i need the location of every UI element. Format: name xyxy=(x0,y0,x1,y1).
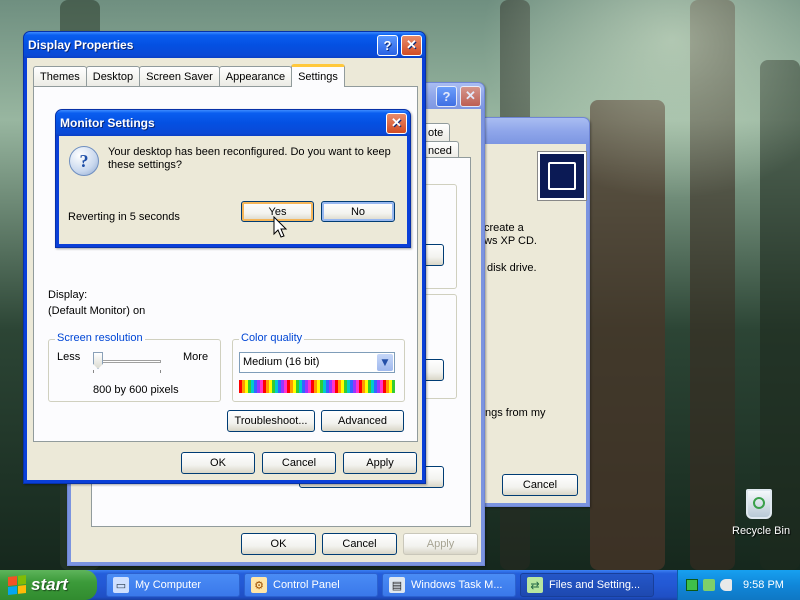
control-panel-icon: ⚙ xyxy=(251,577,267,593)
color-spectrum-bar xyxy=(239,380,395,393)
tab-strip: Themes Desktop Screen Saver Appearance S… xyxy=(33,64,345,87)
resolution-slider-ticks xyxy=(93,370,161,373)
no-button[interactable]: No xyxy=(321,201,395,222)
help-icon[interactable]: ? xyxy=(377,34,398,56)
window-title: Display Properties xyxy=(28,38,134,52)
windows-flag-icon xyxy=(8,575,26,595)
close-icon[interactable]: ✕ xyxy=(386,112,407,134)
setup-icon xyxy=(537,151,587,201)
dialog-message: Your desktop has been reconfigured. Do y… xyxy=(108,146,391,171)
back-text-1: create a xyxy=(484,222,524,234)
color-quality-value: Medium (16 bit) xyxy=(243,356,320,368)
cancel-button[interactable]: Cancel xyxy=(262,452,336,474)
resolution-slider-track xyxy=(93,360,161,363)
resolution-more-label: More xyxy=(183,351,209,363)
advanced-button[interactable]: Advanced xyxy=(321,410,404,432)
mid-group-1 xyxy=(421,184,457,289)
mid-apply-button[interactable]: Apply xyxy=(403,533,478,555)
resolution-slider-thumb[interactable] xyxy=(93,352,103,369)
recycle-bin[interactable]: Recycle Bin xyxy=(730,487,790,542)
volume-icon[interactable] xyxy=(720,579,732,591)
resolution-value: 800 by 600 pixels xyxy=(93,384,179,396)
apply-button[interactable]: Apply xyxy=(343,452,417,474)
clock[interactable]: 9:58 PM xyxy=(743,579,784,591)
monitor-settings-client: ? Your desktop has been reconfigured. Do… xyxy=(59,136,407,244)
color-quality-label: Color quality xyxy=(239,332,305,344)
start-button[interactable]: start xyxy=(0,570,97,600)
security-icon[interactable] xyxy=(703,579,715,591)
chevron-down-icon[interactable]: ▼ xyxy=(377,354,393,371)
task-manager-icon: ▤ xyxy=(389,577,405,593)
tab-appearance[interactable]: Appearance xyxy=(218,66,293,86)
revert-countdown: Reverting in 5 seconds xyxy=(68,211,180,223)
monitor-settings-dialog[interactable]: Monitor Settings ✕ ? Your desktop has be… xyxy=(55,109,411,248)
back-text-2: ws XP CD. xyxy=(484,235,537,247)
ok-button[interactable]: OK xyxy=(181,452,255,474)
mid-group-2 xyxy=(421,294,457,399)
tab-screen-saver[interactable]: Screen Saver xyxy=(139,66,220,86)
display-properties-window[interactable]: Display Properties ? ✕ Themes Desktop Sc… xyxy=(23,31,426,484)
screen-resolution-label: Screen resolution xyxy=(55,332,145,344)
display-value: (Default Monitor) on xyxy=(48,305,146,317)
system-tray: 9:58 PM xyxy=(677,570,800,600)
mid-text: ngs from my xyxy=(485,407,546,419)
task-control-panel[interactable]: ⚙ Control Panel xyxy=(244,573,378,597)
monitor-settings-titlebar[interactable]: Monitor Settings ✕ xyxy=(56,110,410,136)
task-task-manager[interactable]: ▤ Windows Task M... xyxy=(382,573,516,597)
display-label: Display: xyxy=(48,289,88,301)
taskbar: start ▭ My Computer ⚙ Control Panel ▤ Wi… xyxy=(0,570,800,600)
resolution-less-label: Less xyxy=(57,351,81,363)
mid-cancel-button[interactable]: Cancel xyxy=(322,533,397,555)
recycle-bin-label: Recycle Bin xyxy=(732,525,791,537)
files-settings-icon: ⇄ xyxy=(527,577,543,593)
close-icon[interactable]: ✕ xyxy=(460,85,481,107)
computer-icon: ▭ xyxy=(113,577,129,593)
troubleshoot-button[interactable]: Troubleshoot... xyxy=(227,410,315,432)
network-icon[interactable] xyxy=(686,579,698,591)
task-my-computer[interactable]: ▭ My Computer xyxy=(106,573,240,597)
tab-desktop[interactable]: Desktop xyxy=(85,66,141,86)
tab-themes[interactable]: Themes xyxy=(33,66,87,86)
recycle-bin-icon xyxy=(746,489,772,519)
color-quality-group: Color quality Medium (16 bit) ▼ xyxy=(232,332,405,402)
help-icon[interactable]: ? xyxy=(436,85,457,107)
question-icon: ? xyxy=(69,146,99,176)
start-label: start xyxy=(31,575,68,594)
dialog-title: Monitor Settings xyxy=(60,116,155,130)
mouse-cursor-icon xyxy=(273,216,288,238)
back-cancel-button[interactable]: Cancel xyxy=(502,474,578,496)
mid-ok-button[interactable]: OK xyxy=(241,533,316,555)
task-files-and-settings[interactable]: ⇄ Files and Setting... xyxy=(520,573,654,597)
color-quality-select[interactable]: Medium (16 bit) ▼ xyxy=(239,352,395,373)
close-icon[interactable]: ✕ xyxy=(401,34,422,56)
back-text-3: disk drive. xyxy=(487,262,537,274)
screen-resolution-group: Screen resolution Less More 800 by 600 p… xyxy=(48,332,221,402)
tab-settings[interactable]: Settings xyxy=(291,64,345,87)
display-properties-titlebar[interactable]: Display Properties ? ✕ xyxy=(24,32,425,58)
